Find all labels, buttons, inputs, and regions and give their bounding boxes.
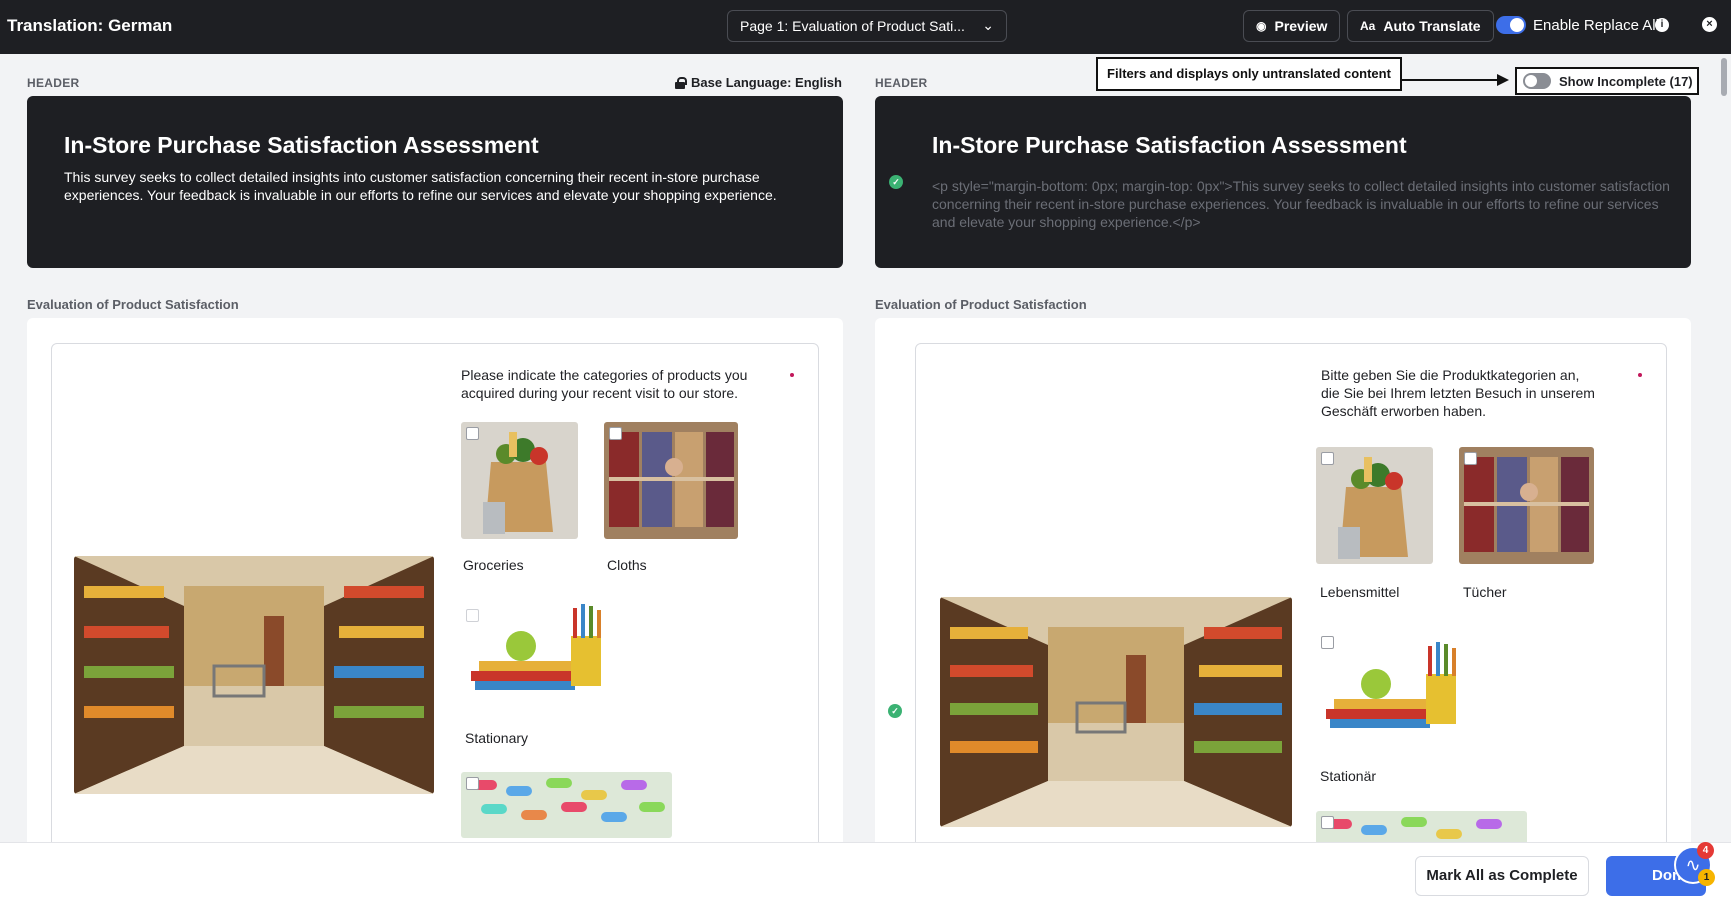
store-aisle-image: [74, 556, 434, 794]
check-circle-icon: ✓: [889, 175, 903, 189]
pills-checkbox[interactable]: [466, 777, 479, 790]
annotation-arrow-line: [1402, 79, 1500, 81]
right-question-text[interactable]: Bitte geben Sie die Produktkategorien an…: [1321, 366, 1601, 420]
eye-icon: ◉: [1256, 19, 1267, 33]
mark-all-complete-button[interactable]: Mark All as Complete: [1415, 856, 1589, 896]
left-question-card: Please indicate the categories of produc…: [51, 343, 819, 863]
left-header-title: In-Store Purchase Satisfaction Assessmen…: [64, 132, 539, 158]
replace-all-toggle[interactable]: [1496, 16, 1526, 34]
stationary-checkbox[interactable]: [466, 609, 479, 622]
groceries-checkbox[interactable]: [1321, 452, 1334, 465]
annotation-callout: Filters and displays only untranslated c…: [1096, 57, 1402, 91]
notification-badge: 4: [1697, 842, 1714, 859]
translate-icon: Aa: [1360, 19, 1376, 33]
stationary-image[interactable]: [1316, 634, 1484, 744]
left-header-panel: In-Store Purchase Satisfaction Assessmen…: [27, 96, 843, 268]
stationary-image[interactable]: [461, 596, 629, 706]
cloths-checkbox[interactable]: [609, 427, 622, 440]
show-incomplete-toggle[interactable]: [1523, 73, 1551, 89]
right-content-panel: ✓ Bitte geben Sie die Produktkategorien …: [875, 318, 1691, 863]
stationary-label[interactable]: Stationär: [1320, 768, 1376, 784]
left-section-label: HEADER: [27, 76, 80, 90]
base-language-label: Base Language: English: [691, 75, 842, 90]
cloths-image[interactable]: [604, 422, 738, 539]
pills-checkbox[interactable]: [1321, 816, 1334, 829]
stationary-checkbox[interactable]: [1321, 636, 1334, 649]
lock-icon: [675, 76, 687, 89]
show-incomplete-label: Show Incomplete (17): [1559, 73, 1693, 89]
footer-bar: Mark All as Complete Done: [0, 842, 1731, 902]
required-indicator: [1638, 373, 1642, 377]
alert-badge: 1: [1698, 869, 1715, 886]
replace-all-label: Enable Replace All: [1533, 17, 1659, 34]
base-language: Base Language: English: [675, 75, 842, 90]
left-question-text: Please indicate the categories of produc…: [461, 367, 748, 401]
groceries-image[interactable]: [461, 422, 578, 539]
top-bar: Translation: German Page 1: Evaluation o…: [0, 0, 1731, 54]
page-select-dropdown[interactable]: Page 1: Evaluation of Product Sati... ⌄: [727, 10, 1007, 42]
right-header-description[interactable]: <p style="margin-bottom: 0px; margin-top…: [932, 177, 1672, 231]
preview-label: Preview: [1274, 18, 1328, 34]
left-header-description: This survey seeks to collect detailed in…: [64, 169, 777, 203]
groceries-checkbox[interactable]: [466, 427, 479, 440]
stationary-label: Stationary: [465, 730, 529, 746]
page-select-value: Page 1: Evaluation of Product Sati...: [740, 18, 965, 34]
info-icon[interactable]: i: [1655, 18, 1669, 32]
store-aisle-image: [940, 597, 1292, 827]
cloths-label: Cloths: [607, 557, 647, 573]
auto-translate-label: Auto Translate: [1383, 18, 1481, 34]
cloths-label[interactable]: Tücher: [1463, 584, 1507, 600]
right-page-label: Evaluation of Product Satisfaction: [875, 297, 1087, 312]
preview-button[interactable]: ◉ Preview: [1243, 10, 1341, 42]
auto-translate-button[interactable]: Aa Auto Translate: [1347, 10, 1494, 42]
groceries-label: Groceries: [463, 557, 524, 573]
right-question-card: Bitte geben Sie die Produktkategorien an…: [915, 343, 1667, 863]
check-circle-icon: ✓: [888, 704, 902, 718]
close-icon[interactable]: ×: [1702, 17, 1717, 32]
page-title: Translation: German: [7, 16, 173, 35]
left-page-label: Evaluation of Product Satisfaction: [27, 297, 239, 312]
cloths-checkbox[interactable]: [1464, 452, 1477, 465]
scrollbar[interactable]: [1721, 58, 1727, 96]
cloths-image[interactable]: [1459, 447, 1594, 564]
right-header-title[interactable]: In-Store Purchase Satisfaction Assessmen…: [932, 132, 1407, 159]
annotation-arrow-head: [1497, 74, 1509, 86]
required-indicator: [790, 373, 794, 377]
right-header-panel[interactable]: ✓ In-Store Purchase Satisfaction Assessm…: [875, 96, 1691, 268]
show-incomplete-filter[interactable]: Show Incomplete (17): [1515, 67, 1699, 95]
pills-image[interactable]: [461, 772, 672, 838]
groceries-image[interactable]: [1316, 447, 1433, 564]
groceries-label[interactable]: Lebensmittel: [1320, 584, 1399, 600]
right-section-label: HEADER: [875, 76, 928, 90]
left-content-panel: Please indicate the categories of produc…: [27, 318, 843, 863]
chevron-down-icon: ⌄: [982, 17, 994, 33]
